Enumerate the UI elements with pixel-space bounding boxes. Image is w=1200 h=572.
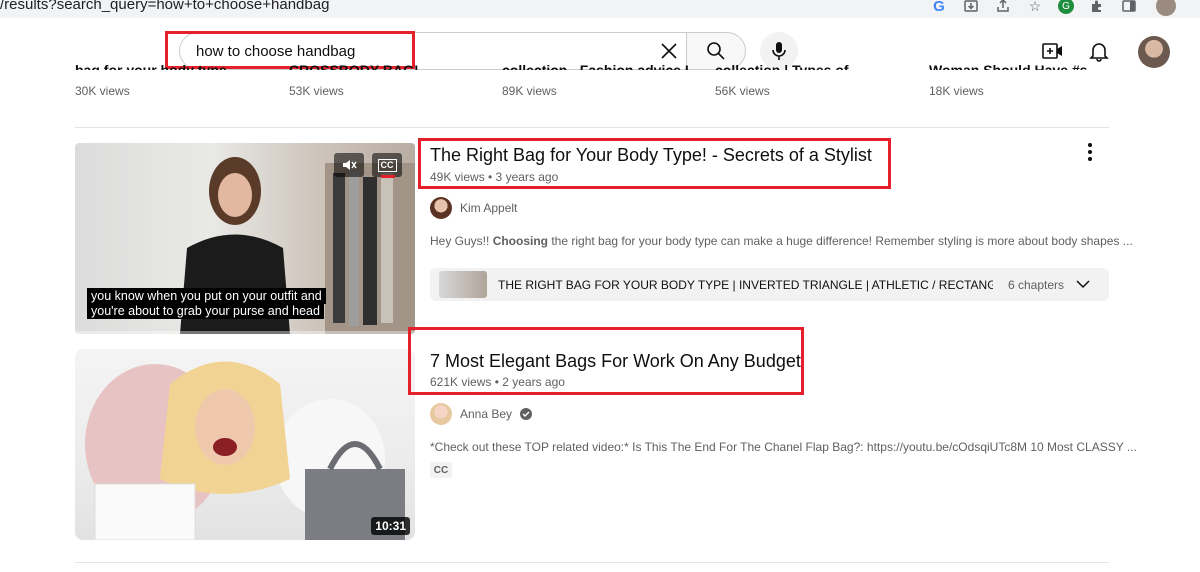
divider — [75, 127, 1109, 128]
cc-icon: CC — [377, 158, 397, 172]
shelf-item[interactable]: collection | Types of... 56K views — [715, 62, 905, 98]
chapters-count: 6 chapters — [1008, 277, 1065, 292]
video-description: Hey Guys!! Choosing the right bag for yo… — [430, 234, 1133, 248]
video-thumbnail[interactable]: 10:31 — [75, 349, 415, 540]
video-thumbnail[interactable]: CC you know when you put on your outfit … — [75, 143, 415, 334]
description-text: Hey Guys!! — [430, 234, 493, 248]
shelf-item-title[interactable]: bag for your body type... — [75, 56, 265, 70]
bell-icon — [1089, 43, 1109, 62]
captions-active-indicator — [381, 175, 395, 178]
browser-address-bar[interactable]: /results?search_query=how+to+choose+hand… — [0, 0, 1200, 18]
browser-toolbar-icons: G ☆ G — [930, 0, 1176, 16]
verified-check-icon — [520, 408, 533, 420]
shelf-item[interactable]: CROSSBODY BAG! 53K views — [289, 62, 479, 98]
share-icon[interactable] — [994, 0, 1012, 15]
video-title[interactable]: 7 Most Elegant Bags For Work On Any Budg… — [430, 351, 801, 372]
profile-avatar[interactable] — [1156, 0, 1176, 16]
channel-avatar[interactable] — [430, 403, 452, 425]
video-description: *Check out these TOP related video:* Is … — [430, 440, 1137, 454]
channel-name[interactable]: Anna Bey — [460, 407, 512, 421]
chapter-thumbnail — [439, 271, 487, 298]
shelf-item-views: 53K views — [289, 84, 344, 98]
caption-line: you're about to grab your purse and head — [87, 303, 324, 319]
shelf-item-title[interactable]: collection - Fashion advice I... — [502, 56, 692, 70]
channel-name[interactable]: Kim Appelt — [460, 201, 517, 215]
shelf-item[interactable]: bag for your body type... 30K views — [75, 62, 265, 98]
shelf-item-title[interactable]: Woman Should Have #shor — [929, 56, 1087, 70]
description-text: the right bag for your body type can mak… — [548, 234, 1133, 248]
description-highlight: Choosing — [492, 234, 549, 248]
mute-icon — [343, 160, 357, 170]
more-actions-button[interactable] — [1080, 142, 1100, 162]
thumbnail-image — [85, 361, 405, 540]
address-url[interactable]: /results?search_query=how+to+choose+hand… — [0, 0, 329, 13]
chapters-bar[interactable]: THE RIGHT BAG FOR YOUR BODY TYPE | INVER… — [430, 268, 1109, 301]
channel-link[interactable]: Anna Bey — [430, 403, 533, 425]
google-icon[interactable]: G — [930, 0, 948, 15]
video-duration: 10:31 — [371, 517, 410, 535]
shelf-item-title[interactable]: collection | Types of... — [715, 56, 905, 70]
shelf-item-views: 18K views — [929, 84, 984, 98]
shelf-item-views: 30K views — [75, 84, 130, 98]
shelf-item-title[interactable]: CROSSBODY BAG! — [289, 56, 479, 70]
puzzle-icon[interactable] — [1088, 0, 1106, 15]
shelf-item[interactable]: collection - Fashion advice I... 89K vie… — [502, 62, 692, 98]
channel-avatar[interactable] — [430, 197, 452, 219]
chevron-down-icon[interactable] — [1076, 276, 1090, 294]
install-icon[interactable] — [962, 0, 980, 15]
video-meta: 621K views • 2 years ago — [430, 375, 565, 389]
chapters-text: THE RIGHT BAG FOR YOUR BODY TYPE | INVER… — [498, 277, 993, 292]
account-avatar[interactable] — [1138, 36, 1170, 68]
mute-button[interactable] — [334, 153, 364, 177]
star-icon[interactable]: ☆ — [1026, 0, 1044, 15]
captions-button[interactable]: CC — [372, 153, 402, 177]
video-meta: 49K views • 3 years ago — [430, 170, 559, 184]
video-title[interactable]: The Right Bag for Your Body Type! - Secr… — [430, 145, 872, 166]
shelf-item-views: 89K views — [502, 84, 557, 98]
sidepanel-icon[interactable] — [1120, 0, 1138, 15]
notifications-button[interactable] — [1086, 38, 1112, 64]
progress-bar[interactable] — [75, 331, 415, 334]
shelf-item[interactable]: Woman Should Have #shor 18K views — [929, 62, 1087, 98]
divider — [75, 562, 1109, 563]
extension-grammarly-icon[interactable]: G — [1058, 0, 1074, 14]
cc-badge: CC — [430, 462, 452, 478]
caption-line: you know when you put on your outfit and — [87, 288, 326, 304]
channel-link[interactable]: Kim Appelt — [430, 197, 517, 219]
shelf-item-views: 56K views — [715, 84, 770, 98]
